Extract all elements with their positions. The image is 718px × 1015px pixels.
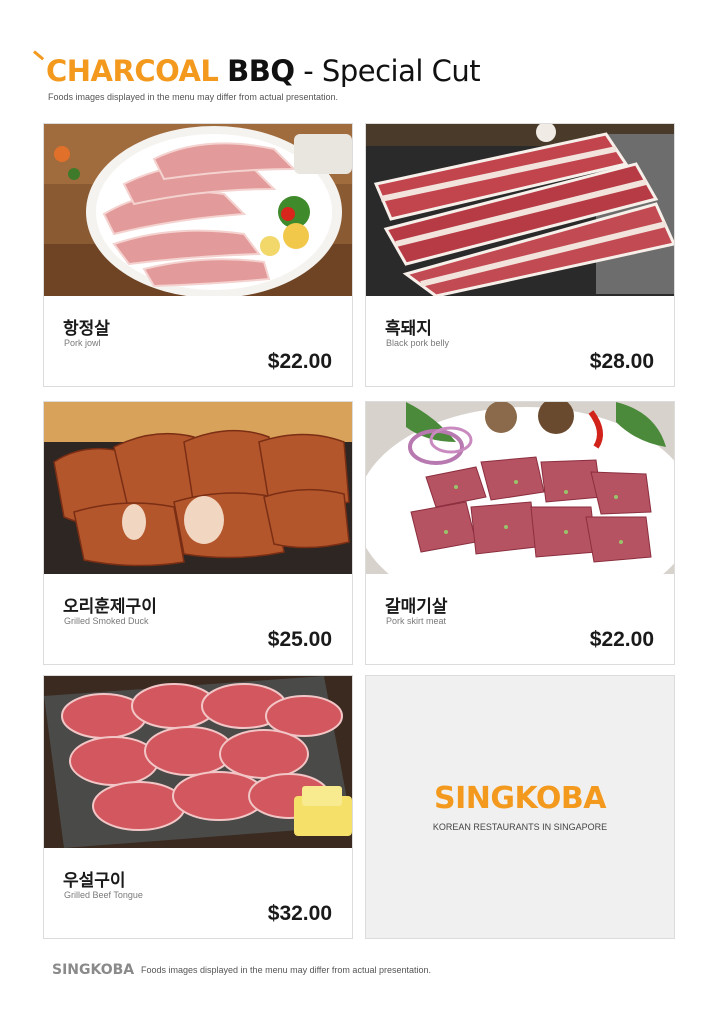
footer-disclaimer: Foods images displayed in the menu may d… <box>141 965 431 975</box>
page-title: CHARCOAL BBQ - Special Cut <box>46 54 481 88</box>
item-name-english: Grilled Smoked Duck <box>64 616 149 626</box>
item-price: $22.00 <box>267 350 332 373</box>
brand-logo-text: SINGKOBA <box>434 781 607 816</box>
title-accent-mark <box>33 50 45 61</box>
brand-tagline: KOREAN RESTAURANTS IN SINGAPORE <box>432 822 608 832</box>
item-name-korean: 흑돼지 <box>385 319 432 339</box>
beef-tongue-photo <box>44 676 352 848</box>
item-name-english: Black pork belly <box>386 338 450 348</box>
page-disclaimer: Foods images displayed in the menu may d… <box>48 92 338 102</box>
menu-card-smoked-duck[interactable]: 오리훈제구이 Grilled Smoked Duck $25.00 <box>43 401 353 665</box>
item-price: $25.00 <box>267 628 332 651</box>
menu-card-beef-tongue[interactable]: 우설구이 Grilled Beef Tongue $32.00 <box>43 675 353 939</box>
item-price: $32.00 <box>267 902 332 925</box>
item-name-english: Grilled Beef Tongue <box>64 890 143 900</box>
smoked-duck-photo <box>44 402 352 574</box>
item-name-korean: 오리훈제구이 <box>63 597 157 617</box>
item-name-korean: 우설구이 <box>63 871 126 891</box>
title-charcoal: CHARCOAL <box>46 54 219 88</box>
item-price: $28.00 <box>589 350 654 373</box>
black-pork-belly-photo <box>366 124 674 296</box>
menu-card-pork-jowl[interactable]: 항정살 Pork jowl $22.00 <box>43 123 353 387</box>
item-name-korean: 항정살 <box>63 319 110 339</box>
brand-card: SINGKOBA KOREAN RESTAURANTS IN SINGAPORE <box>365 675 675 939</box>
footer-brand: SINGKOBA <box>52 962 135 978</box>
menu-card-black-pork-belly[interactable]: 흑돼지 Black pork belly $28.00 <box>365 123 675 387</box>
item-name-english: Pork skirt meat <box>386 616 447 626</box>
item-name-english: Pork jowl <box>64 338 101 348</box>
title-special-cut: - Special Cut <box>294 54 481 88</box>
menu-card-pork-skirt[interactable]: 갈매기살 Pork skirt meat $22.00 <box>365 401 675 665</box>
item-price: $22.00 <box>589 628 654 651</box>
title-bbq: BBQ <box>227 54 295 88</box>
pork-jowl-photo <box>44 124 352 296</box>
item-name-korean: 갈매기살 <box>385 597 448 617</box>
pork-skirt-photo <box>366 402 674 574</box>
